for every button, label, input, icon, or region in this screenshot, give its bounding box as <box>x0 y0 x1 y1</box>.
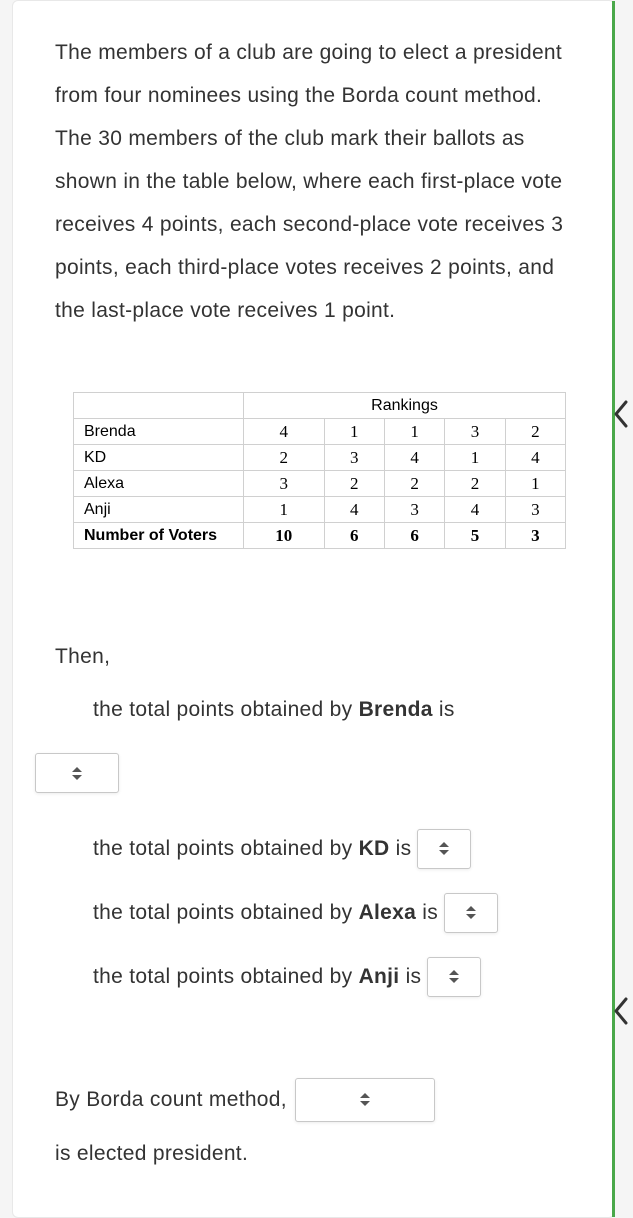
cell: 4 <box>505 445 565 471</box>
sort-icon <box>439 842 449 855</box>
cell: 2 <box>445 471 505 497</box>
sort-icon <box>72 767 82 780</box>
cell: 3 <box>505 523 565 549</box>
table-row: Brenda41132 <box>74 419 566 445</box>
table-row: Alexa32221 <box>74 471 566 497</box>
alexa-line: the total points obtained by Alexa is <box>93 883 584 943</box>
cell: 3 <box>244 471 325 497</box>
cell: 3 <box>445 419 505 445</box>
final-post: is elected president. <box>55 1131 248 1177</box>
then-label: Then, <box>55 634 584 680</box>
row-label: Brenda <box>74 419 244 445</box>
chevron-left-icon <box>612 399 630 429</box>
cell: 1 <box>445 445 505 471</box>
table-header-row: Rankings <box>74 393 566 419</box>
cell: 2 <box>384 471 444 497</box>
cell: 3 <box>384 497 444 523</box>
table-row: KD23414 <box>74 445 566 471</box>
table-row: Number of Voters106653 <box>74 523 566 549</box>
cell: 1 <box>324 419 384 445</box>
brenda-name: Brenda <box>359 698 433 721</box>
alexa-name: Alexa <box>359 901 417 924</box>
alexa-select[interactable] <box>444 893 498 933</box>
row-label: Anji <box>74 497 244 523</box>
cell: 1 <box>244 497 325 523</box>
cell: 5 <box>445 523 505 549</box>
cell: 4 <box>384 445 444 471</box>
prev-arrow-button[interactable] <box>610 396 632 431</box>
cell: 1 <box>384 419 444 445</box>
final-line: By Borda count method, is elected presid… <box>55 1077 584 1177</box>
rankings-table-wrap: Rankings Brenda41132KD23414Alexa32221Anj… <box>73 392 566 549</box>
sort-icon <box>449 970 459 983</box>
sort-icon <box>360 1093 370 1106</box>
brenda-select[interactable] <box>35 753 119 793</box>
kd-select[interactable] <box>417 829 471 869</box>
accent-bar <box>612 1 615 1217</box>
row-label: Alexa <box>74 471 244 497</box>
cell: 1 <box>505 471 565 497</box>
rankings-table: Rankings Brenda41132KD23414Alexa32221Anj… <box>73 392 566 549</box>
winner-select[interactable] <box>295 1078 435 1122</box>
cell: 10 <box>244 523 325 549</box>
question-card: The members of a club are going to elect… <box>12 0 615 1218</box>
brenda-line: the total points obtained by Brenda is <box>93 681 455 741</box>
cell: 2 <box>244 445 325 471</box>
cell: 6 <box>324 523 384 549</box>
question-intro: The members of a club are going to elect… <box>55 31 584 332</box>
cell: 3 <box>324 445 384 471</box>
cell: 3 <box>505 497 565 523</box>
row-label: Number of Voters <box>74 523 244 549</box>
cell: 4 <box>244 419 325 445</box>
anji-name: Anji <box>359 965 400 988</box>
row-label: KD <box>74 445 244 471</box>
chevron-left-icon <box>612 996 630 1026</box>
cell: 6 <box>384 523 444 549</box>
final-pre: By Borda count method, <box>55 1077 287 1123</box>
rankings-header: Rankings <box>244 393 566 419</box>
cell: 2 <box>505 419 565 445</box>
kd-line: the total points obtained by KD is <box>93 819 584 879</box>
table-row: Anji14343 <box>74 497 566 523</box>
anji-select[interactable] <box>427 957 481 997</box>
table-corner <box>74 393 244 419</box>
cell: 4 <box>324 497 384 523</box>
cell: 4 <box>445 497 505 523</box>
anji-line: the total points obtained by Anji is <box>93 947 584 1007</box>
cell: 2 <box>324 471 384 497</box>
sort-icon <box>466 906 476 919</box>
then-section: Then, the total points obtained by Brend… <box>55 634 584 1006</box>
next-arrow-button[interactable] <box>610 993 632 1028</box>
kd-name: KD <box>359 837 390 860</box>
